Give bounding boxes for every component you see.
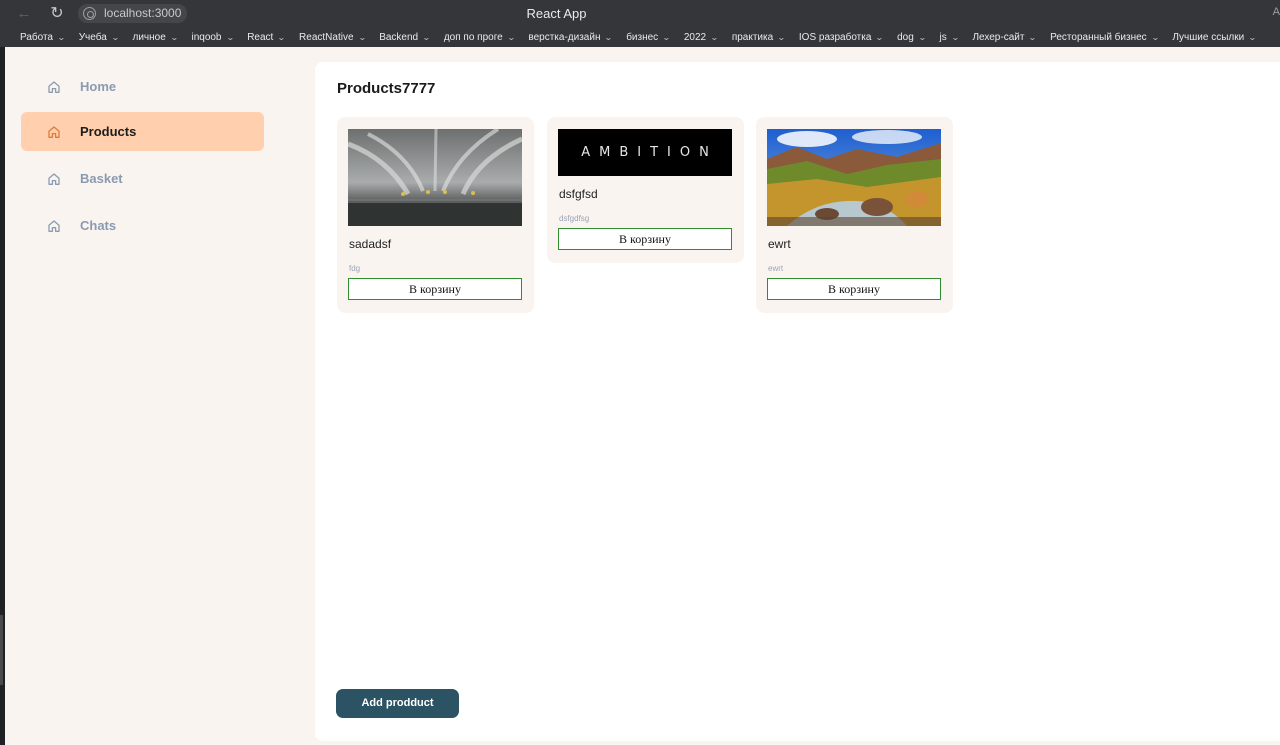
- bookmark-label: верстка-дизайн: [528, 32, 601, 43]
- product-description: dsfgdfsg: [559, 214, 590, 223]
- home-icon: [47, 125, 61, 139]
- chevron-down-icon: ⌄: [1150, 33, 1160, 42]
- chevron-down-icon: ⌄: [777, 33, 786, 42]
- bookmark-folder[interactable]: dog ⌄: [897, 32, 927, 43]
- sidebar-item-label: Products: [80, 124, 137, 139]
- bookmark-label: Лехер-сайт: [972, 32, 1025, 43]
- bookmark-label: ReactNative: [299, 32, 354, 43]
- home-icon: [47, 172, 61, 186]
- chevron-down-icon: ⌄: [1028, 33, 1038, 42]
- product-name: ewrt: [768, 237, 791, 251]
- image-logo-text: AMBITION: [581, 145, 718, 160]
- product-card: ewrt ewrt В корзину: [756, 117, 953, 313]
- product-name: sadadsf: [349, 237, 392, 251]
- bookmark-folder[interactable]: 2022 ⌄: [683, 32, 719, 43]
- bookmark-folder[interactable]: Лехер-сайт ⌄: [972, 32, 1038, 43]
- bookmark-folder[interactable]: ReactNative ⌄: [299, 32, 367, 43]
- sidebar-item-label: Chats: [80, 218, 117, 233]
- bookmarks-bar: Работа ⌄ Учеба ⌄ личное ⌄ inqoob ⌄ React ⌄ Re…: [0, 28, 1280, 47]
- bookmark-folder[interactable]: Учеба ⌄: [78, 32, 120, 43]
- profile-button[interactable]: A: [1273, 6, 1280, 18]
- product-description: ewrt: [768, 264, 784, 273]
- bookmark-label: доп по проге: [443, 32, 503, 43]
- bookmark-label: личное: [132, 32, 166, 43]
- add-to-cart-button[interactable]: В корзину: [558, 228, 732, 250]
- bookmark-label: Ресторанный бизнес: [1050, 32, 1147, 43]
- bookmark-label: Работа: [20, 32, 53, 43]
- chevron-down-icon: ⌄: [875, 33, 885, 42]
- bookmark-label: 2022: [683, 32, 707, 43]
- sidebar: Home Products Basket Chats: [5, 47, 300, 745]
- sidebar-item-label: Home: [80, 79, 117, 94]
- sidebar-item-home[interactable]: Home: [21, 67, 264, 106]
- bookmark-label: Учеба: [78, 32, 107, 43]
- product-image: [348, 129, 522, 226]
- bookmark-label: dog: [897, 32, 914, 43]
- chevron-down-icon: ⌄: [422, 33, 431, 42]
- chevron-down-icon: ⌄: [169, 33, 179, 42]
- bookmark-folder[interactable]: js ⌄: [939, 32, 960, 43]
- bookmark-folder[interactable]: Работа ⌄: [20, 32, 66, 43]
- add-to-cart-button[interactable]: В корзину: [348, 278, 522, 300]
- chevron-down-icon: ⌄: [1248, 33, 1257, 42]
- main-content: Products7777 sadadsf fdg В корзину AMBIT…: [315, 62, 1280, 741]
- bookmark-folder[interactable]: Лучшие ссылки ⌄: [1172, 32, 1257, 43]
- chevron-down-icon: ⌄: [662, 33, 671, 42]
- bookmark-label: inqoob: [191, 32, 222, 43]
- bookmark-folder[interactable]: inqoob ⌄: [191, 32, 235, 43]
- bookmark-folder[interactable]: бизнес ⌄: [626, 32, 671, 43]
- bookmark-label: Backend: [379, 32, 419, 43]
- sidebar-item-basket[interactable]: Basket: [21, 159, 264, 198]
- bookmark-label: IOS разработка: [798, 32, 872, 43]
- home-icon: [47, 219, 61, 233]
- chevron-down-icon: ⌄: [917, 33, 927, 42]
- chevron-down-icon: ⌄: [56, 33, 66, 42]
- bookmark-label: Лучшие ссылки: [1172, 32, 1245, 43]
- product-card: sadadsf fdg В корзину: [337, 117, 534, 313]
- bookmark-folder[interactable]: React ⌄: [247, 32, 287, 43]
- bookmark-folder[interactable]: личное ⌄: [132, 32, 179, 43]
- chevron-down-icon: ⌄: [710, 33, 719, 42]
- sidebar-item-products[interactable]: Products: [21, 112, 264, 151]
- add-to-cart-button[interactable]: В корзину: [767, 278, 941, 300]
- chevron-down-icon: ⌄: [357, 33, 367, 42]
- product-image: [767, 129, 941, 226]
- sidebar-item-label: Basket: [80, 171, 123, 186]
- bookmark-label: практика: [731, 32, 774, 43]
- window-title: React App: [526, 6, 587, 21]
- bookmark-label: js: [939, 32, 947, 43]
- bookmark-folder[interactable]: Backend ⌄: [379, 32, 431, 43]
- bookmark-folder[interactable]: практика ⌄: [731, 32, 786, 43]
- product-name: dsfgfsd: [559, 187, 598, 201]
- browser-titlebar: ← ↻ localhost:3000 React App A: [0, 0, 1280, 28]
- sidebar-item-chats[interactable]: Chats: [21, 206, 264, 245]
- home-icon: [47, 80, 61, 94]
- bookmark-folder[interactable]: доп по проге ⌄: [443, 32, 516, 43]
- bookmark-label: React: [247, 32, 274, 43]
- product-image: AMBITION: [558, 129, 732, 176]
- bookmark-folder[interactable]: верстка-дизайн ⌄: [528, 32, 614, 43]
- bookmark-label: бизнес: [626, 32, 659, 43]
- chevron-down-icon: ⌄: [110, 33, 120, 42]
- bookmark-folder[interactable]: IOS разработка ⌄: [798, 32, 885, 43]
- product-card: AMBITION dsfgfsd dsfgdfsg В корзину: [547, 117, 744, 263]
- page-title: Products7777: [337, 80, 436, 97]
- chevron-down-icon: ⌄: [506, 33, 516, 42]
- window-edge: [0, 615, 3, 685]
- product-description: fdg: [349, 264, 361, 273]
- bookmark-folder[interactable]: Ресторанный бизнес ⌄: [1050, 32, 1160, 43]
- chevron-down-icon: ⌄: [277, 33, 287, 42]
- add-product-button[interactable]: Add prodduct: [336, 689, 459, 718]
- app-root: Home Products Basket Chats Products7777: [5, 47, 1280, 745]
- chevron-down-icon: ⌄: [225, 33, 235, 42]
- chevron-down-icon: ⌄: [950, 33, 960, 42]
- chevron-down-icon: ⌄: [604, 33, 614, 42]
